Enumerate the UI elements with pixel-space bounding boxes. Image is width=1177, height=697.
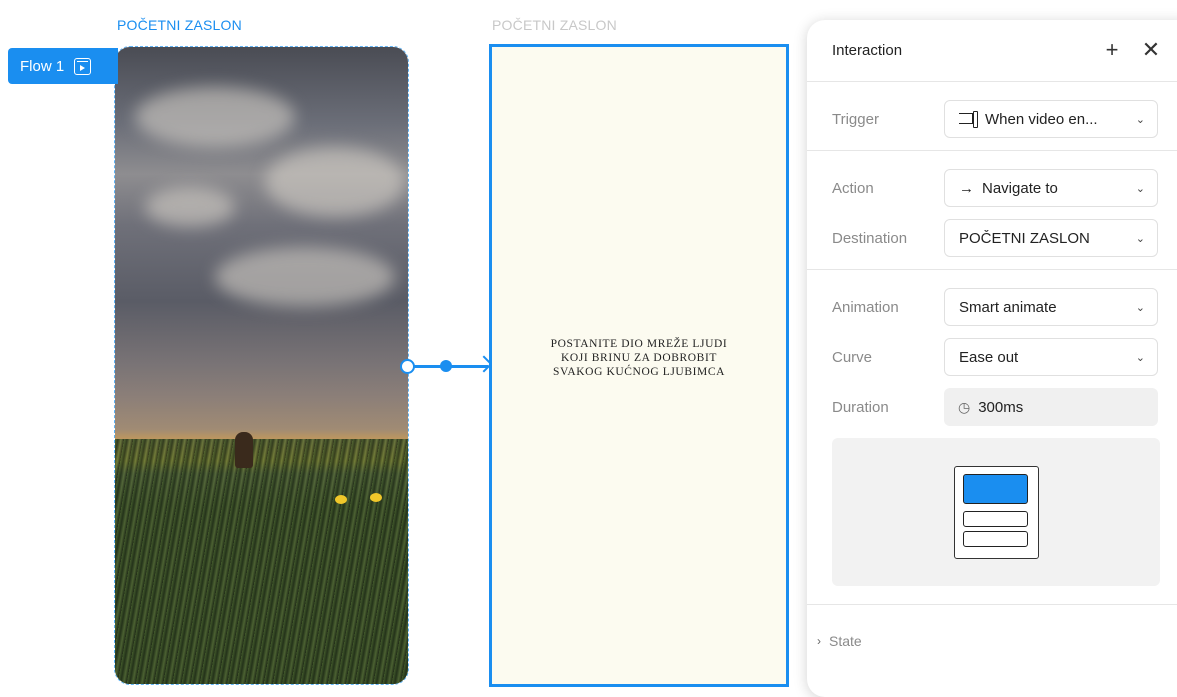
connector-start-handle[interactable] xyxy=(400,359,415,374)
trigger-label: Trigger xyxy=(832,110,879,128)
flow-badge[interactable]: Flow 1 xyxy=(8,48,118,84)
cloud xyxy=(135,87,295,147)
video-end-icon xyxy=(959,110,978,128)
flow-badge-label: Flow 1 xyxy=(20,57,65,75)
animation-value: Smart animate xyxy=(959,298,1057,316)
panel-header: Interaction + ✕ xyxy=(807,20,1177,82)
destination-frame-title[interactable]: POČETNI ZASLON xyxy=(492,17,617,33)
panel-title: Interaction xyxy=(832,42,903,59)
destination-value: POČETNI ZASLON xyxy=(959,229,1090,247)
state-label: State xyxy=(829,633,862,649)
destination-label: Destination xyxy=(832,229,908,247)
trigger-value: When video en... xyxy=(985,110,1098,128)
chevron-down-icon: ⌄ xyxy=(1135,301,1145,314)
action-row: Action → Navigate to ⌄ xyxy=(832,169,1177,207)
grass xyxy=(115,439,408,684)
chevron-down-icon: ⌄ xyxy=(1135,182,1145,195)
source-frame-video[interactable] xyxy=(114,46,409,685)
preview-phone-icon xyxy=(954,466,1039,559)
timer-icon: ◷ xyxy=(958,398,971,415)
action-select[interactable]: → Navigate to ⌄ xyxy=(944,169,1158,207)
curve-select[interactable]: Ease out ⌄ xyxy=(944,338,1158,376)
state-toggle[interactable]: › State xyxy=(807,605,1177,649)
plus-icon[interactable]: + xyxy=(1101,39,1123,61)
play-frame-icon[interactable] xyxy=(74,57,92,75)
action-label: Action xyxy=(832,179,874,197)
chevron-right-icon: › xyxy=(817,634,821,648)
destination-frame[interactable]: POSTANITE DIO MREŽE LJUDI KOJI BRINU ZA … xyxy=(489,44,789,687)
person-silhouette xyxy=(235,432,253,468)
animation-select[interactable]: Smart animate ⌄ xyxy=(944,288,1158,326)
interaction-panel: Interaction + ✕ Trigger When video en...… xyxy=(807,20,1177,697)
action-value: Navigate to xyxy=(982,179,1058,197)
duration-input[interactable]: ◷ 300ms xyxy=(944,388,1158,426)
trigger-row: Trigger When video en... ⌄ xyxy=(832,100,1177,138)
duration-label: Duration xyxy=(832,398,889,416)
curve-value: Ease out xyxy=(959,348,1019,366)
flower xyxy=(335,495,347,504)
action-section: Action → Navigate to ⌄ Destination POČET… xyxy=(807,151,1177,270)
cloud xyxy=(265,147,405,217)
cloud xyxy=(145,187,235,227)
flower xyxy=(370,493,382,502)
curve-row: Curve Ease out ⌄ xyxy=(832,338,1177,376)
duration-value: 300ms xyxy=(978,398,1024,416)
animation-preview xyxy=(832,438,1160,586)
arrow-right-icon: → xyxy=(959,179,974,197)
animation-row: Animation Smart animate ⌄ xyxy=(832,288,1177,326)
preview-bar xyxy=(963,531,1028,547)
chevron-down-icon: ⌄ xyxy=(1135,232,1145,245)
prototype-canvas[interactable]: POČETNI ZASLON POČETNI ZASLON Flow 1 POS… xyxy=(0,0,1177,697)
animation-label: Animation xyxy=(832,298,899,316)
connector-midpoint[interactable] xyxy=(440,360,452,372)
trigger-select[interactable]: When video en... ⌄ xyxy=(944,100,1158,138)
chevron-down-icon: ⌄ xyxy=(1135,351,1145,364)
curve-label: Curve xyxy=(832,348,873,366)
preview-bar-active xyxy=(963,474,1028,504)
source-frame-title[interactable]: POČETNI ZASLON xyxy=(117,17,242,33)
trigger-section: Trigger When video en... ⌄ xyxy=(807,82,1177,151)
destination-select[interactable]: POČETNI ZASLON ⌄ xyxy=(944,219,1158,257)
preview-bar xyxy=(963,511,1028,527)
destination-row: Destination POČETNI ZASLON ⌄ xyxy=(832,219,1177,257)
close-icon[interactable]: ✕ xyxy=(1140,39,1162,61)
cloud xyxy=(215,247,395,307)
animation-section: Animation Smart animate ⌄ Curve Ease out… xyxy=(807,270,1177,605)
chevron-down-icon: ⌄ xyxy=(1135,113,1145,126)
duration-row: Duration ◷ 300ms xyxy=(832,388,1177,426)
destination-frame-text: POSTANITE DIO MREŽE LJUDI KOJI BRINU ZA … xyxy=(550,337,728,378)
